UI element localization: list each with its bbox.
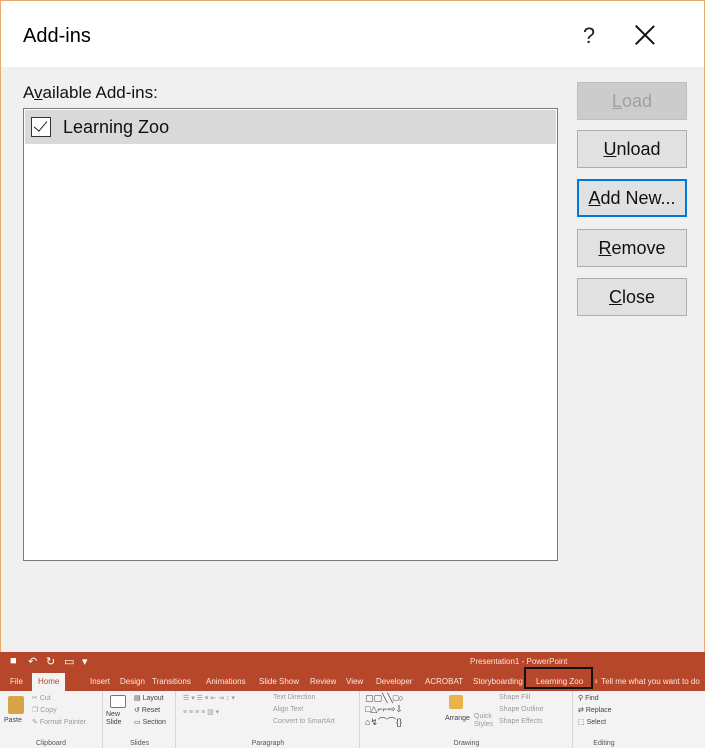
addins-listbox[interactable]: Learning Zoo [23, 108, 558, 561]
paste-icon[interactable] [8, 696, 24, 714]
reset-button[interactable]: ↺ Reset [134, 706, 160, 714]
replace-button[interactable]: ⇄ Replace [578, 706, 612, 714]
cut-button[interactable]: ✂ Cut [32, 694, 51, 702]
tab-slide-show[interactable]: Slide Show [259, 677, 299, 686]
close-button[interactable]: Close [577, 278, 687, 316]
unload-button[interactable]: Unload [577, 130, 687, 168]
ribbon-groups: Paste ✂ Cut ❐ Copy ✎ Format Painter Clip… [0, 691, 705, 748]
close-icon[interactable] [633, 23, 657, 47]
tab-transitions[interactable]: Transitions [152, 677, 191, 686]
select-button[interactable]: ⬚ Select [578, 718, 606, 726]
clipboard-label: Clipboard [36, 740, 66, 747]
remove-button[interactable]: Remove [577, 229, 687, 267]
tell-me-search[interactable]: ♀ Tell me what you want to do [593, 677, 700, 686]
shapes-gallery[interactable]: ▢▢╲╲□○ [365, 693, 404, 704]
tab-storyboarding[interactable]: Storyboarding [473, 677, 523, 686]
shape-outline-button[interactable]: Shape Outline [499, 706, 543, 713]
new-slide-icon[interactable] [110, 695, 126, 708]
load-button[interactable]: Load [577, 82, 687, 120]
quick-styles-button[interactable]: Quick Styles [474, 713, 496, 729]
quick-access-toolbar: ■ ↶ ↻ ▭ ▾ Presentation1 - PowerPoint [0, 652, 705, 673]
replace-icon: ⇄ [578, 707, 586, 714]
shape-effects-button[interactable]: Shape Effects [499, 718, 542, 725]
shape-fill-button[interactable]: Shape Fill [499, 694, 530, 701]
align-text-button[interactable]: Align Text [273, 706, 303, 713]
editing-label: Editing [593, 740, 615, 747]
tab-home[interactable]: Home [32, 673, 66, 691]
tab-file[interactable]: File [10, 677, 23, 686]
shapes-gallery-row3[interactable]: ⌂↯⌒⌒{} [365, 715, 402, 728]
add-new-button[interactable]: Add New... [577, 179, 687, 217]
paragraph-label: Paragraph [251, 740, 285, 747]
text-direction-button[interactable]: Text Direction [273, 694, 315, 701]
format-painter-button[interactable]: ✎ Format Painter [32, 718, 86, 726]
shapes-gallery-row2[interactable]: □△⌐⌐⇨⇩ [365, 704, 403, 715]
document-title: Presentation1 - PowerPoint [470, 657, 568, 666]
tab-design[interactable]: Design [120, 677, 145, 686]
slides-group: New Slide ▤ Layout ↺ Reset ▭ Section Sli… [104, 691, 176, 748]
help-button[interactable]: ? [579, 23, 599, 49]
tab-view[interactable]: View [346, 677, 363, 686]
tab-animations[interactable]: Animations [206, 677, 246, 686]
add-ins-dialog: Add-ins ? Available Add-ins: Learning Zo… [0, 0, 705, 652]
available-addins-label: Available Add-ins: [23, 83, 158, 102]
undo-icon[interactable]: ↶ [28, 655, 37, 668]
dialog-title: Add-ins [23, 25, 91, 47]
paragraph-group: ☰ ▾ ☰ ▾ ⇤ ⇥ ↕ ▾ ≡ ≡ ≡ ≡ ▥ ▾ Text Directi… [177, 691, 360, 748]
select-icon: ⬚ [578, 719, 587, 726]
lightbulb-icon: ♀ [593, 677, 602, 686]
slides-label: Slides [129, 740, 150, 747]
editing-group: ⚲ Find ⇄ Replace ⬚ Select Editing [574, 691, 634, 748]
new-slide-button[interactable]: New Slide [106, 711, 132, 727]
list-item[interactable]: Learning Zoo [25, 110, 556, 144]
ribbon-tabs: File Home Insert Design Transitions Anim… [0, 673, 705, 691]
learning-zoo-tab-highlight [524, 667, 593, 689]
section-button[interactable]: ▭ Section [134, 718, 166, 726]
clipboard-group: Paste ✂ Cut ❐ Copy ✎ Format Painter Clip… [0, 691, 103, 748]
drawing-label: Drawing [453, 740, 480, 747]
customize-icon[interactable]: ▾ [82, 655, 88, 668]
align-icons[interactable]: ≡ ≡ ≡ ≡ ▥ ▾ [183, 708, 219, 716]
bullets-icon[interactable]: ☰ ▾ ☰ ▾ ⇤ ⇥ ↕ ▾ [183, 694, 235, 702]
paste-button[interactable]: Paste [4, 717, 22, 724]
tab-insert[interactable]: Insert [90, 677, 110, 686]
redo-icon[interactable]: ↻ [46, 655, 55, 668]
tab-acrobat[interactable]: ACROBAT [425, 677, 463, 686]
arrange-icon[interactable] [449, 695, 463, 709]
dialog-titlebar: Add-ins ? [1, 1, 704, 67]
checkbox-checked[interactable] [31, 117, 51, 137]
arrange-button[interactable]: Arrange [445, 715, 470, 722]
powerpoint-ribbon: ■ ↶ ↻ ▭ ▾ Presentation1 - PowerPoint Fil… [0, 652, 705, 748]
convert-smartart-button[interactable]: Convert to SmartArt [273, 718, 335, 725]
drawing-group: ▢▢╲╲□○ □△⌐⌐⇨⇩ ⌂↯⌒⌒{} Arrange Quick Style… [361, 691, 573, 748]
save-icon[interactable]: ■ [10, 655, 17, 667]
present-icon[interactable]: ▭ [64, 655, 74, 668]
tab-developer[interactable]: Developer [376, 677, 412, 686]
layout-button[interactable]: ▤ Layout [134, 694, 164, 702]
find-button[interactable]: ⚲ Find [578, 694, 599, 702]
copy-button[interactable]: ❐ Copy [32, 706, 57, 714]
addin-name: Learning Zoo [63, 116, 170, 137]
tab-review[interactable]: Review [310, 677, 336, 686]
